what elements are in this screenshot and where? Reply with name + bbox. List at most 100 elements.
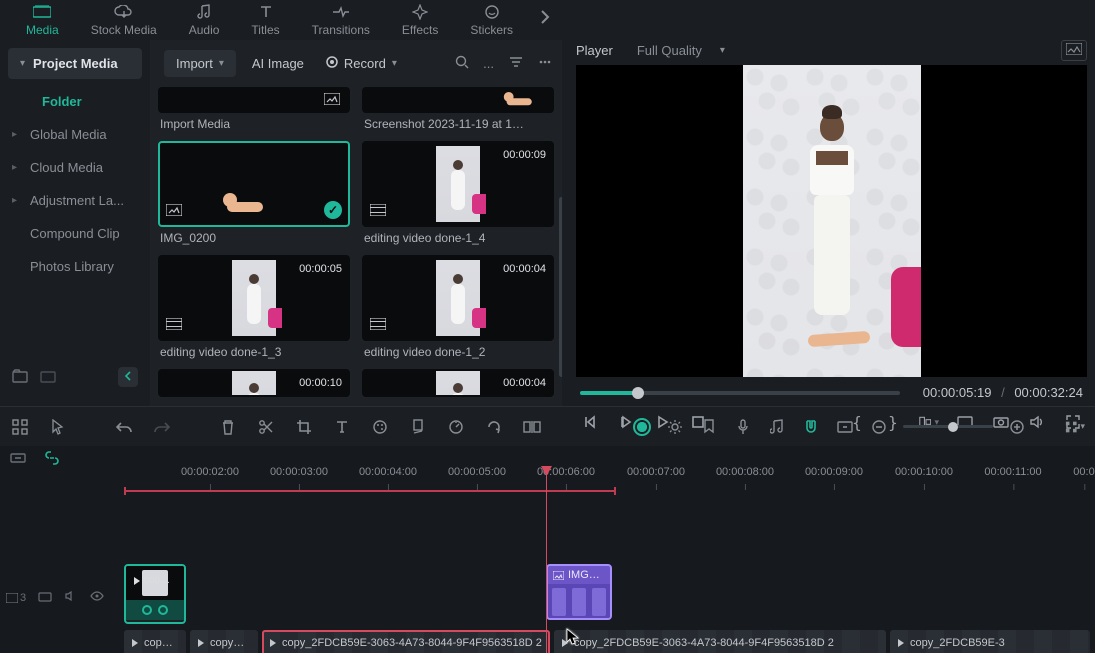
mute-icon[interactable]	[64, 590, 78, 605]
tab-titles[interactable]: Titles	[235, 1, 295, 39]
sidebar-item-folder[interactable]: Folder	[0, 85, 150, 118]
progress-slider[interactable]	[580, 391, 900, 395]
media-thumbnail[interactable]: ✓	[158, 141, 350, 227]
filter-icon[interactable]	[508, 55, 524, 72]
more-text[interactable]: ...	[483, 56, 494, 71]
record-button[interactable]: Record ▾	[320, 52, 403, 75]
top-tabs: Media Stock Media Audio Titles Transitio…	[0, 0, 1095, 40]
zoom-out-icon[interactable]	[869, 417, 889, 437]
audio-track-icon[interactable]	[767, 417, 787, 437]
media-toolbar: Import ▾ AI Image Record ▾ ...	[150, 40, 562, 87]
preview-viewport[interactable]	[576, 65, 1087, 377]
ruler-tick: 00:0	[1073, 466, 1094, 478]
prev-frame-button[interactable]	[580, 412, 600, 432]
zoom-thumb[interactable]	[948, 422, 958, 432]
selection-range[interactable]	[124, 490, 616, 492]
timeline-link-icon[interactable]	[10, 451, 26, 468]
render-icon[interactable]	[835, 417, 855, 437]
sidebar-item-global-media[interactable]: ▸ Global Media	[0, 118, 150, 151]
timeline-clip[interactable]: copy_2FDCB59E-3	[890, 630, 1090, 653]
skimmer-toggle[interactable]	[633, 418, 651, 436]
magnet-icon[interactable]	[801, 417, 821, 437]
delete-icon[interactable]	[218, 417, 238, 437]
media-item[interactable]: Screenshot 2023-11-19 at 1…	[362, 87, 554, 135]
tracks: 3 cop… IMG… cop… copy… copy_2FDCB59E-306…	[0, 504, 1095, 653]
media-thumbnail[interactable]: 00:00:10	[158, 369, 350, 397]
media-item[interactable]: 00:00:04 editing video done-1_2	[362, 255, 554, 363]
speed-icon[interactable]	[446, 417, 466, 437]
folder-icon[interactable]	[38, 590, 52, 605]
color-icon[interactable]	[370, 417, 390, 437]
media-scrollbar[interactable]	[559, 197, 562, 377]
timeline-clip[interactable]: copy…	[190, 630, 258, 653]
split-edit-icon[interactable]	[522, 417, 542, 437]
sidebar-item-cloud-media[interactable]: ▸ Cloud Media	[0, 151, 150, 184]
sidebar-item-photos-library[interactable]: Photos Library	[0, 250, 150, 283]
media-thumbnail[interactable]: 00:00:04	[362, 255, 554, 341]
video-index-icon[interactable]: 3	[6, 592, 26, 604]
sidebar-item-compound-clip[interactable]: Compound Clip	[0, 217, 150, 250]
tab-media[interactable]: Media	[10, 1, 75, 39]
text-tool-icon[interactable]	[332, 417, 352, 437]
media-item[interactable]: 00:00:09 editing video done-1_4	[362, 141, 554, 249]
tab-effects[interactable]: Effects	[386, 1, 454, 39]
new-folder-icon[interactable]	[12, 369, 28, 386]
keyframe-icon[interactable]	[408, 417, 428, 437]
zoom-slider[interactable]	[903, 425, 993, 428]
collapse-sidebar-button[interactable]	[118, 367, 138, 387]
timeline-ruler[interactable]: 00:00:02:00 00:00:03:00 00:00:04:00 00:0…	[124, 466, 1095, 490]
sidebar-header[interactable]: ▾ Project Media	[8, 48, 142, 79]
tabs-forward-button[interactable]	[529, 8, 561, 32]
ai-image-button[interactable]: AI Image	[246, 52, 310, 75]
chain-icon[interactable]	[44, 451, 60, 468]
ruler-tick: 00:00:09:00	[805, 466, 863, 478]
visibility-icon[interactable]	[90, 591, 104, 604]
tab-transitions[interactable]: Transitions	[296, 1, 386, 39]
thumbnail-content	[436, 146, 480, 222]
mic-icon[interactable]	[733, 417, 753, 437]
timeline-clip-image[interactable]: IMG…	[546, 564, 612, 620]
tab-audio[interactable]: Audio	[173, 1, 236, 39]
rotate-icon[interactable]	[484, 417, 504, 437]
timeline-clip[interactable]: copy_2FDCB59E-3063-4A73-8044-9F4F9563518…	[262, 630, 550, 653]
search-icon[interactable]	[455, 55, 469, 72]
media-thumbnail[interactable]: 00:00:09	[362, 141, 554, 227]
grid-icon[interactable]	[10, 417, 30, 437]
media-thumbnail[interactable]: 00:00:04	[362, 369, 554, 397]
tab-stock-media[interactable]: Stock Media	[75, 1, 173, 39]
playhead[interactable]	[546, 468, 547, 653]
track-size-icon[interactable]: ▾	[1065, 417, 1085, 437]
scissors-icon[interactable]	[256, 417, 276, 437]
timeline-clip[interactable]: copy_2FDCB59E-3063-4A73-8044-9F4F9563518…	[554, 630, 886, 653]
progress-thumb[interactable]	[632, 387, 644, 399]
pointer-icon[interactable]	[48, 417, 68, 437]
timeline-clip-selected[interactable]: cop…	[124, 564, 186, 624]
redo-icon[interactable]	[152, 417, 172, 437]
record-dot-icon	[326, 56, 338, 71]
timeline-clip[interactable]: cop…	[124, 630, 186, 653]
snapshot-icon[interactable]	[1061, 40, 1087, 61]
media-thumbnail[interactable]	[158, 87, 350, 113]
media-item[interactable]: Import Media	[158, 87, 350, 135]
chevron-down-icon: ▾	[720, 45, 725, 56]
ruler-tick: 00:00:04:00	[359, 466, 417, 478]
crop-icon[interactable]	[294, 417, 314, 437]
sidebar-item-adjustment-layer[interactable]: ▸ Adjustment La...	[0, 184, 150, 217]
undo-icon[interactable]	[114, 417, 134, 437]
media-thumbnail[interactable]: 00:00:05	[158, 255, 350, 341]
zoom-in-icon[interactable]	[1007, 417, 1027, 437]
media-item[interactable]: 00:00:05 editing video done-1_3	[158, 255, 350, 363]
import-button[interactable]: Import ▾	[164, 50, 236, 77]
media-item[interactable]: 00:00:04	[362, 369, 554, 397]
auto-enhance-icon[interactable]	[665, 417, 685, 437]
tab-stickers[interactable]: Stickers	[454, 1, 529, 39]
kebab-icon[interactable]	[538, 55, 552, 72]
media-thumbnail[interactable]	[362, 87, 554, 113]
media-icon	[32, 3, 52, 21]
media-item[interactable]: ✓ IMG_0200	[158, 141, 350, 249]
quality-dropdown[interactable]: Full Quality ▾	[637, 43, 725, 58]
media-item[interactable]: 00:00:10	[158, 369, 350, 397]
folder-icon[interactable]	[40, 369, 56, 386]
marker-icon[interactable]	[699, 417, 719, 437]
transitions-icon	[331, 3, 351, 21]
